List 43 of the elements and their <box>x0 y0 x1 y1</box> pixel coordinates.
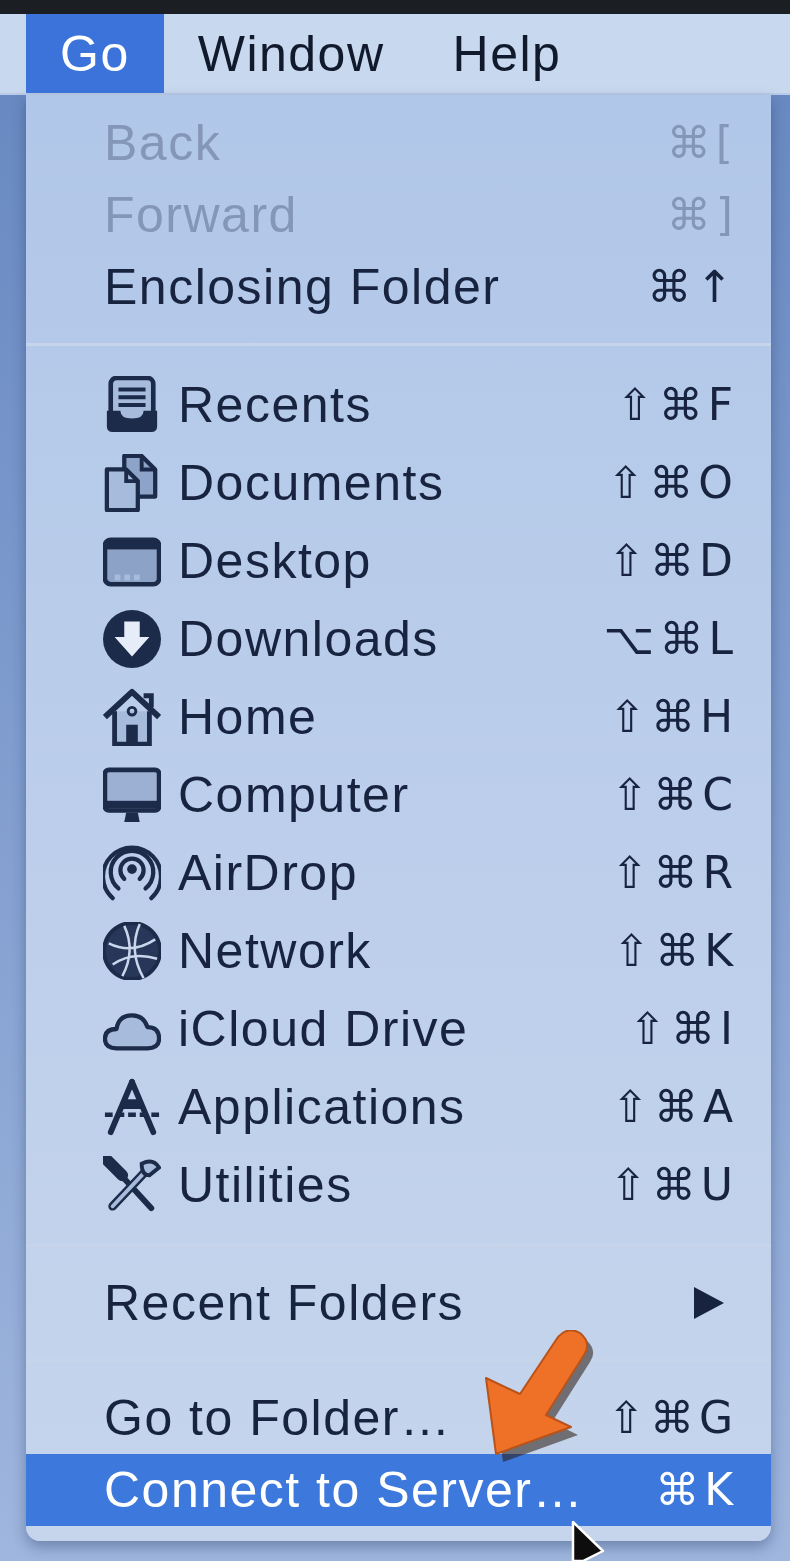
globe-icon <box>103 922 161 980</box>
mouse-cursor-icon <box>570 1520 606 1561</box>
menu-bar-item[interactable]: Go <box>26 14 164 93</box>
menu-item[interactable]: iCloud Drive ⇧⌘I <box>26 990 771 1068</box>
keyboard-shortcut: ⇧⌘O <box>607 461 738 505</box>
compass-pencil-icon <box>103 1078 161 1136</box>
menu-item[interactable]: Computer ⇧⌘C <box>26 756 771 834</box>
keyboard-shortcut: ⇧⌘K <box>613 929 738 973</box>
tools-icon <box>103 1156 161 1214</box>
menu-item[interactable]: Utilities ⇧⌘U <box>26 1146 771 1224</box>
keyboard-shortcut: ⇧⌘D <box>608 539 738 583</box>
menu-item[interactable]: Documents ⇧⌘O <box>26 444 771 522</box>
keyboard-shortcut: ⇧⌘R <box>611 851 738 895</box>
menu-bar-item[interactable]: Window <box>163 14 419 93</box>
airdrop-icon <box>103 844 161 902</box>
keyboard-shortcut: ⇧⌘I <box>629 1007 738 1051</box>
keyboard-shortcut: ⇧⌘G <box>608 1396 738 1440</box>
menu-item[interactable]: Home ⇧⌘H <box>26 678 771 756</box>
menu-item[interactable]: AirDrop ⇧⌘R <box>26 834 771 912</box>
menu-item[interactable]: Connect to Server… ⌘K <box>26 1454 771 1526</box>
keyboard-shortcut: ⇧⌘H <box>609 695 738 739</box>
menu-item[interactable]: Go to Folder… ⇧⌘G <box>26 1382 771 1454</box>
keyboard-shortcut: ⌥⌘L <box>603 617 738 661</box>
submenu-arrow-icon <box>694 1287 724 1319</box>
home-icon <box>103 688 161 746</box>
menu-item[interactable]: Applications ⇧⌘A <box>26 1068 771 1146</box>
menu-item[interactable]: Recent Folders <box>26 1267 771 1339</box>
keyboard-shortcut: ⇧⌘C <box>611 773 738 817</box>
menu-item[interactable]: Enclosing Folder ⌘↑ <box>26 251 771 323</box>
keyboard-shortcut: ⇧⌘A <box>612 1085 738 1129</box>
menu-item[interactable]: Downloads ⌥⌘L <box>26 600 771 678</box>
keyboard-shortcut: ⇧⌘U <box>609 1163 738 1207</box>
download-icon <box>103 610 161 668</box>
keyboard-shortcut: ⌘[ <box>666 121 738 165</box>
keyboard-shortcut: ⇧⌘F <box>616 383 738 427</box>
keyboard-shortcut: ⌘↑ <box>647 265 738 309</box>
keyboard-shortcut: ⌘] <box>666 193 738 237</box>
menu-item[interactable]: Desktop ⇧⌘D <box>26 522 771 600</box>
menu-item[interactable]: Recents ⇧⌘F <box>26 366 771 444</box>
menu-item[interactable]: Network ⇧⌘K <box>26 912 771 990</box>
monitor-icon <box>103 766 161 824</box>
keyboard-shortcut: ⌘K <box>655 1468 738 1512</box>
menu-bar-item[interactable]: Help <box>418 14 596 93</box>
